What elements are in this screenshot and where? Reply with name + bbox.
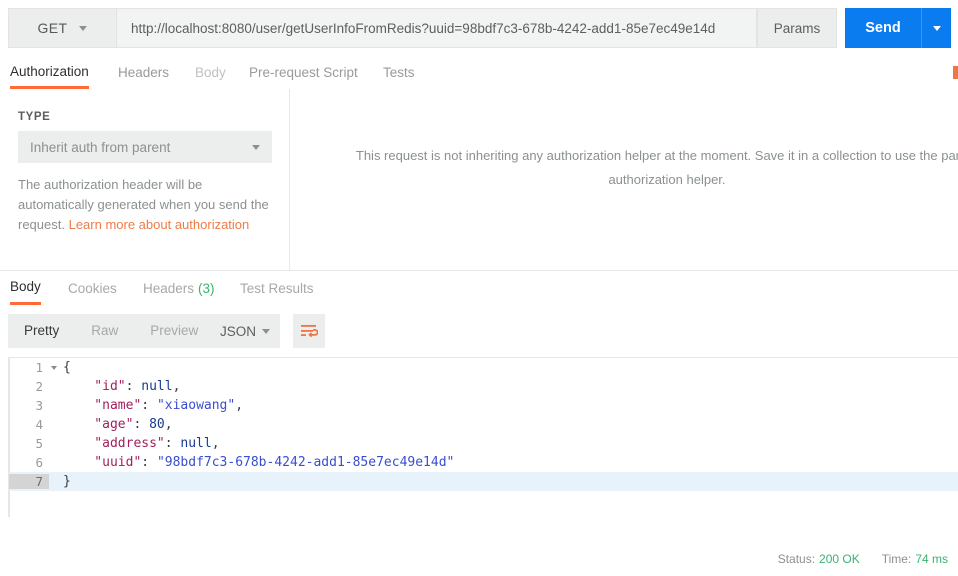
response-tab-headers[interactable]: Headers (3) — [143, 271, 215, 305]
code-line: 2 "id": null, — [9, 377, 958, 396]
response-tab-headers-label: Headers — [143, 280, 195, 296]
params-button[interactable]: Params — [757, 8, 837, 48]
time-value: 74 ms — [915, 552, 948, 566]
view-mode-group: Pretty Raw Preview — [8, 314, 215, 348]
tab-body[interactable]: Body — [195, 56, 226, 89]
code-line: 7} — [9, 472, 958, 491]
view-mode-preview[interactable]: Preview — [134, 314, 214, 348]
code-text: "id": null, — [63, 379, 181, 394]
tab-tests[interactable]: Tests — [383, 56, 415, 89]
code-text: "uuid": "98bdf7c3-678b-4242-add1-85e7ec4… — [63, 455, 455, 470]
tab-authorization[interactable]: Authorization — [10, 56, 89, 89]
response-tab-cookies[interactable]: Cookies — [68, 271, 117, 305]
auth-description: The authorization header will be automat… — [18, 175, 270, 235]
code-lines: 1{2 "id": null, 3 "name": "xiaowang", 4 "a… — [9, 358, 958, 491]
response-format-toolbar: Pretty Raw Preview JSON — [0, 305, 958, 357]
fold-caret-icon[interactable] — [51, 365, 57, 370]
code-line: 4 "age": 80, — [9, 415, 958, 434]
send-options-button[interactable] — [921, 8, 951, 48]
line-number: 3 — [35, 398, 43, 413]
http-method-label: GET — [37, 20, 68, 36]
authorization-type-pane: TYPE Inherit auth from parent The author… — [0, 89, 290, 270]
chevron-down-icon — [932, 25, 941, 31]
response-meta: Status: 200 OK Time: 74 ms — [778, 542, 948, 576]
response-tab-bar: Body Cookies Headers (3) Test Results St… — [0, 271, 958, 566]
code-link-indicator[interactable] — [953, 66, 958, 79]
view-mode-raw[interactable]: Raw — [75, 314, 134, 348]
authorization-message-pane: This request is not inheriting any autho… — [291, 89, 958, 270]
chevron-down-icon — [79, 25, 88, 31]
response-tab-test-results[interactable]: Test Results — [240, 271, 314, 305]
response-language-select[interactable]: JSON — [208, 314, 280, 348]
line-number: 6 — [35, 455, 43, 470]
code-line: 5 "address": null, — [9, 434, 958, 453]
time-label: Time: — [881, 552, 912, 566]
authorization-panel: TYPE Inherit auth from parent The author… — [0, 89, 958, 270]
chevron-down-icon — [262, 328, 271, 334]
line-number: 2 — [35, 379, 43, 394]
response-tab-body[interactable]: Body — [10, 271, 41, 305]
line-number: 5 — [35, 436, 43, 451]
response-language-value: JSON — [220, 323, 257, 339]
code-text: "address": null, — [63, 436, 220, 451]
code-text: "name": "xiaowang", — [63, 398, 244, 413]
send-button[interactable]: Send — [845, 8, 921, 48]
code-line: 1{ — [9, 358, 958, 377]
tab-headers[interactable]: Headers — [118, 56, 169, 89]
line-number: 4 — [35, 417, 43, 432]
code-text: } — [63, 474, 71, 489]
headers-count-badge: (3) — [198, 280, 215, 296]
line-number: 7 — [9, 474, 49, 489]
auth-type-select[interactable]: Inherit auth from parent — [18, 131, 272, 163]
status-label: Status: — [777, 552, 816, 566]
word-wrap-icon — [301, 325, 318, 338]
auth-inherit-message: This request is not inheriting any autho… — [355, 148, 958, 187]
tab-pre-request-script[interactable]: Pre-request Script — [249, 56, 358, 89]
learn-more-link[interactable]: Learn more about authorization — [69, 217, 250, 232]
code-line: 6 "uuid": "98bdf7c3-678b-4242-add1-85e7e… — [9, 453, 958, 472]
line-number: 1 — [35, 360, 43, 375]
http-method-select[interactable]: GET — [8, 8, 116, 48]
chevron-down-icon — [252, 144, 260, 150]
auth-type-label: TYPE — [18, 111, 51, 123]
status-value: 200 OK — [819, 552, 860, 566]
view-mode-pretty[interactable]: Pretty — [8, 314, 75, 348]
code-line: 3 "name": "xiaowang", — [9, 396, 958, 415]
request-tab-bar: Authorization Headers Body Pre-request S… — [0, 56, 958, 90]
auth-type-value: Inherit auth from parent — [30, 139, 171, 155]
response-body-editor[interactable]: 1{2 "id": null, 3 "name": "xiaowang", 4 "a… — [8, 357, 958, 517]
request-url-input[interactable]: http://localhost:8080/user/getUserInfoFr… — [116, 8, 757, 48]
word-wrap-button[interactable] — [293, 314, 325, 348]
code-text: "age": 80, — [63, 417, 173, 432]
request-bar: GET http://localhost:8080/user/getUserIn… — [0, 0, 958, 56]
